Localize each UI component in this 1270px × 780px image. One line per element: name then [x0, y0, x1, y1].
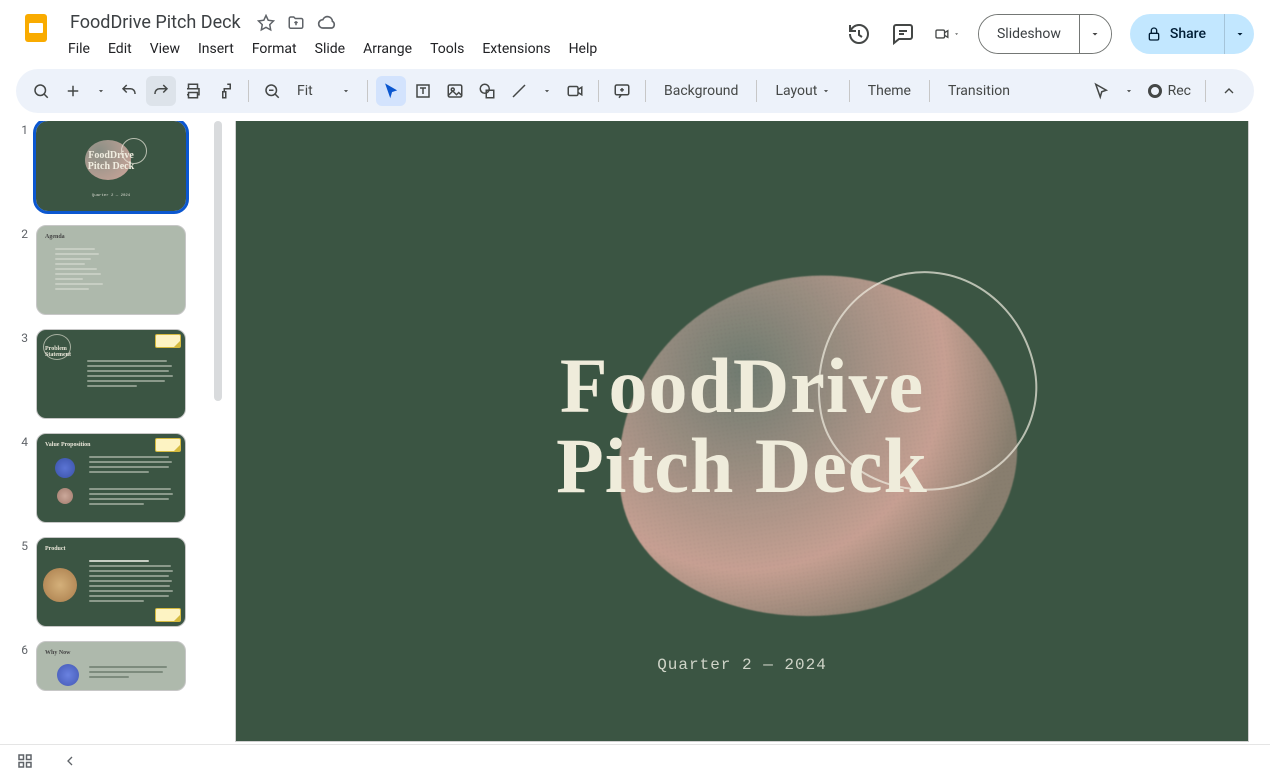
comment-badge-icon	[155, 608, 181, 622]
top-right-actions: Slideshow Share	[846, 8, 1254, 54]
toolbar-separator	[645, 80, 646, 102]
thumb-number: 3	[16, 329, 28, 345]
thumbnail-row: 6 Why Now	[16, 641, 204, 691]
slide-thumbnail-2[interactable]: Agenda	[36, 225, 186, 315]
slide-thumbnail-6[interactable]: Why Now	[36, 641, 186, 691]
slideshow-dropdown[interactable]	[1079, 15, 1111, 53]
redo-button[interactable]	[146, 76, 176, 106]
filmstrip-scrollbar[interactable]	[214, 121, 222, 401]
new-slide-button[interactable]	[58, 76, 88, 106]
menu-help[interactable]: Help	[561, 37, 606, 61]
menu-slide[interactable]: Slide	[307, 37, 353, 61]
toolbar: Fit Background Layout Theme Transition R…	[16, 69, 1254, 113]
filmstrip: 1 FoodDrivePitch Deck Quarter 2 — 2024 2…	[16, 121, 222, 744]
share-label: Share	[1170, 26, 1206, 42]
menu-view[interactable]: View	[142, 37, 188, 61]
chevron-left-icon[interactable]	[62, 753, 78, 773]
meet-icon[interactable]	[934, 21, 960, 47]
thumb-number: 4	[16, 433, 28, 449]
menu-arrange[interactable]: Arrange	[355, 37, 420, 61]
star-icon[interactable]	[257, 13, 277, 33]
image-tool[interactable]	[440, 76, 470, 106]
canvas-area: FoodDrive Pitch Deck Quarter 2 — 2024	[222, 121, 1270, 744]
thumbnail-row: 4 Value Proposition	[16, 433, 204, 523]
shape-tool[interactable]	[472, 76, 502, 106]
slide-canvas[interactable]: FoodDrive Pitch Deck Quarter 2 — 2024	[236, 121, 1248, 741]
document-title[interactable]: FoodDrive Pitch Deck	[64, 10, 247, 35]
toolbar-separator	[367, 80, 368, 102]
menu-tools[interactable]: Tools	[422, 37, 472, 61]
workspace: 1 FoodDrivePitch Deck Quarter 2 — 2024 2…	[0, 121, 1270, 744]
share-button[interactable]: Share	[1130, 14, 1224, 54]
paint-format-button[interactable]	[210, 76, 240, 106]
thumb-number: 6	[16, 641, 28, 657]
new-slide-dropdown[interactable]	[90, 76, 112, 106]
comment-badge-icon	[155, 438, 181, 452]
thumb-number: 1	[16, 121, 28, 137]
video-tool[interactable]	[560, 76, 590, 106]
move-to-drive-icon[interactable]	[287, 13, 307, 33]
line-tool[interactable]	[504, 76, 534, 106]
search-menus-icon[interactable]	[26, 76, 56, 106]
menu-format[interactable]: Format	[244, 37, 305, 61]
thumb-number: 2	[16, 225, 28, 241]
collapse-toolbar-icon[interactable]	[1214, 76, 1244, 106]
zoom-select[interactable]: Fit	[289, 76, 359, 106]
menu-extensions[interactable]: Extensions	[474, 37, 558, 61]
slide-title[interactable]: FoodDrive Pitch Deck	[236, 346, 1248, 505]
thumbnail-row: 3 Problem Statement	[16, 329, 204, 419]
print-button[interactable]	[178, 76, 208, 106]
thumbnail-row: 5 Product	[16, 537, 204, 627]
comment-badge-icon	[155, 334, 181, 348]
slideshow-button-group: Slideshow	[978, 14, 1112, 54]
menu-bar: File Edit View Insert Format Slide Arran…	[60, 37, 838, 61]
toolbar-separator	[929, 80, 930, 102]
record-icon	[1148, 84, 1162, 98]
textbox-tool[interactable]	[408, 76, 438, 106]
slide-thumbnail-5[interactable]: Product	[36, 537, 186, 627]
slide-subtitle[interactable]: Quarter 2 — 2024	[236, 656, 1248, 674]
background-button[interactable]: Background	[654, 76, 748, 106]
menu-insert[interactable]: Insert	[190, 37, 242, 61]
thumbnail-row: 2 Agenda	[16, 225, 204, 315]
thumbnail-row: 1 FoodDrivePitch Deck Quarter 2 — 2024	[16, 121, 204, 211]
line-dropdown[interactable]	[536, 76, 558, 106]
toolbar-separator	[849, 80, 850, 102]
lock-icon	[1146, 26, 1162, 42]
grid-view-icon[interactable]	[16, 752, 34, 774]
slide-thumbnail-1[interactable]: FoodDrivePitch Deck Quarter 2 — 2024	[36, 121, 186, 211]
toolbar-separator	[248, 80, 249, 102]
menu-file[interactable]: File	[60, 37, 98, 61]
cursor-share-dropdown[interactable]	[1118, 76, 1140, 106]
theme-button[interactable]: Theme	[858, 76, 921, 106]
document-area: FoodDrive Pitch Deck File Edit View Inse…	[64, 8, 838, 61]
rec-button[interactable]: Rec	[1142, 76, 1197, 106]
cloud-saved-icon[interactable]	[317, 13, 337, 33]
toolbar-separator	[598, 80, 599, 102]
transition-button[interactable]: Transition	[938, 76, 1020, 106]
thumb-number: 5	[16, 537, 28, 553]
undo-button[interactable]	[114, 76, 144, 106]
cursor-share-icon[interactable]	[1086, 76, 1116, 106]
slide-thumbnail-3[interactable]: Problem Statement	[36, 329, 186, 419]
comment-insert-button[interactable]	[607, 76, 637, 106]
select-tool[interactable]	[376, 76, 406, 106]
history-icon[interactable]	[846, 21, 872, 47]
share-button-group: Share	[1130, 14, 1254, 54]
comments-icon[interactable]	[890, 21, 916, 47]
zoom-out-icon[interactable]	[257, 76, 287, 106]
slide-thumbnail-4[interactable]: Value Proposition	[36, 433, 186, 523]
toolbar-separator	[756, 80, 757, 102]
bottom-bar	[0, 744, 1270, 780]
zoom-value: Fit	[297, 83, 313, 99]
header: FoodDrive Pitch Deck File Edit View Inse…	[0, 0, 1270, 61]
toolbar-separator	[1205, 80, 1206, 102]
layout-button[interactable]: Layout	[765, 76, 840, 106]
app-icon-slides[interactable]	[16, 8, 56, 48]
menu-edit[interactable]: Edit	[100, 37, 140, 61]
share-dropdown[interactable]	[1224, 14, 1254, 54]
slideshow-button[interactable]: Slideshow	[979, 15, 1079, 53]
